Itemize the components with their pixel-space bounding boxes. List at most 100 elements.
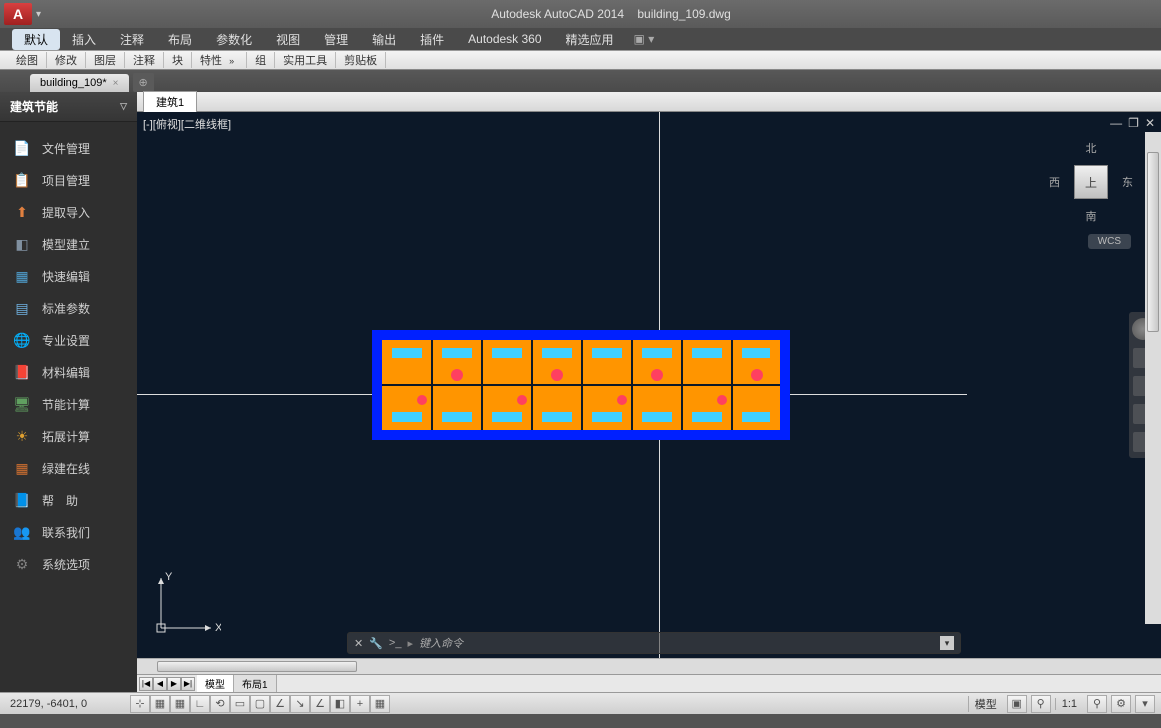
horizontal-scrollbar[interactable] [137,658,1161,674]
panel-group[interactable]: 组 [247,52,275,68]
layout1-tab[interactable]: 布局1 [234,675,277,692]
palette-header[interactable]: 建筑节能 ▽ [0,92,137,122]
viewport-maximize-icon[interactable]: ❐ [1128,116,1139,130]
command-close-icon[interactable]: ✕ [354,637,363,650]
palette-item-icon: ▤ [12,298,32,318]
layout-nav-next-icon[interactable]: ▶ [167,677,181,691]
panel-layer[interactable]: 图层 [86,52,125,68]
viewcube-west[interactable]: 西 [1049,174,1060,190]
palette-item-icon: 📕 [12,362,32,382]
palette-item-7[interactable]: 📕 材料编辑 [0,356,137,388]
status-toggle-8[interactable]: ↘ [290,695,310,713]
palette-item-10[interactable]: ▦绿建在线 [0,452,137,484]
menu-default[interactable]: 默认 [12,29,60,50]
app-menu-dropdown-icon[interactable]: ▾ [36,9,41,20]
ucs-icon[interactable]: X Y [151,568,221,638]
panel-properties[interactable]: 特性 » [192,52,247,68]
panel-clipboard[interactable]: 剪贴板 [336,52,386,68]
palette-item-2[interactable]: ⬆提取导入 [0,196,137,228]
panel-modify[interactable]: 修改 [47,52,86,68]
palette-item-1[interactable]: 📋项目管理 [0,164,137,196]
palette-item-icon: ▦ [12,266,32,286]
status-toggle-1[interactable]: ▦ [150,695,170,713]
palette-item-13[interactable]: ⚙系统选项 [0,548,137,580]
viewcube-north[interactable]: 北 [1086,140,1097,156]
status-toggle-4[interactable]: ⟲ [210,695,230,713]
layout-nav-prev-icon[interactable]: ◀ [153,677,167,691]
viewcube-east[interactable]: 东 [1122,174,1133,190]
menu-parametric[interactable]: 参数化 [204,29,264,50]
status-toggle-2[interactable]: ▦ [170,695,190,713]
viewport-label[interactable]: [-][俯视][二维线框] [143,116,231,132]
annotation-visibility-icon[interactable]: ⚲ [1087,695,1107,713]
palette-item-label: 节能计算 [42,396,90,413]
floor-plan-svg [382,340,780,430]
palette-item-label: 材料编辑 [42,364,90,381]
panel-draw[interactable]: 绘图 [8,52,47,68]
viewport-minimize-icon[interactable]: — [1110,116,1122,130]
status-toggle-7[interactable]: ∠ [270,695,290,713]
menu-annotate[interactable]: 注释 [108,29,156,50]
annotation-scale-lock-icon[interactable]: ⚲ [1031,695,1051,713]
menu-manage[interactable]: 管理 [312,29,360,50]
command-history-dropdown-icon[interactable]: ▾ [940,636,954,650]
layout-tabs-bar: |◀ ◀ ▶ ▶| 模型 布局1 [137,674,1161,692]
palette-item-0[interactable]: 📄文件管理 [0,132,137,164]
status-toggle-0[interactable]: ⊹ [130,695,150,713]
panel-utilities[interactable]: 实用工具 [275,52,336,68]
model-tab[interactable]: 模型 [197,675,234,692]
viewport-close-icon[interactable]: ✕ [1145,116,1155,130]
command-customize-icon[interactable]: 🔧 [369,637,383,650]
command-line[interactable]: ✕ 🔧 >_ ▸ 键入命令 ▾ [347,632,961,654]
layout-nav-first-icon[interactable]: |◀ [139,677,153,691]
vertical-scrollbar[interactable] [1145,132,1161,624]
palette-item-11[interactable]: 📘帮 助 [0,484,137,516]
wcs-badge[interactable]: WCS [1088,234,1131,249]
status-toggle-11[interactable]: + [350,695,370,713]
menu-insert[interactable]: 插入 [60,29,108,50]
viewcube[interactable]: 上 北 南 东 西 [1051,142,1131,222]
palette-item-icon: 🌐 [12,330,32,350]
new-tab-button[interactable]: ⊕ [133,73,154,92]
palette-item-label: 联系我们 [42,524,90,541]
coordinates-readout[interactable]: 22179, -6401, 0 [0,698,130,710]
status-toggle-12[interactable]: ▦ [370,695,390,713]
layout-nav-last-icon[interactable]: ▶| [181,677,195,691]
viewcube-south[interactable]: 南 [1086,208,1097,224]
menu-overflow-icon[interactable]: ▣ ▾ [634,32,655,46]
workspace-switching-icon[interactable]: ⚙ [1111,695,1131,713]
app-logo-icon[interactable]: A [4,3,32,25]
menu-layout[interactable]: 布局 [156,29,204,50]
palette-item-6[interactable]: 🌐专业设置 [0,324,137,356]
status-toggle-3[interactable]: ∟ [190,695,210,713]
model-space-button[interactable]: 模型 [968,696,1003,712]
drawing-file-tab[interactable]: 建筑1 [143,91,197,112]
menu-featured[interactable]: 精选应用 [554,29,626,50]
status-tray-icon[interactable]: ▾ [1135,695,1155,713]
drawing-canvas[interactable]: [-][俯视][二维线框] — ❐ ✕ 上 北 南 东 西 WCS [137,112,1161,658]
close-tab-icon[interactable]: × [113,78,119,89]
document-tab[interactable]: building_109* × [30,74,129,92]
command-prompt-icon: >_ [389,637,402,649]
panel-annotate[interactable]: 注释 [125,52,164,68]
viewcube-top-face[interactable]: 上 [1074,165,1108,199]
palette-item-12[interactable]: 👥联系我们 [0,516,137,548]
palette-item-5[interactable]: ▤标准参数 [0,292,137,324]
palette-item-9[interactable]: ☀拓展计算 [0,420,137,452]
status-toggle-10[interactable]: ◧ [330,695,350,713]
menu-view[interactable]: 视图 [264,29,312,50]
quick-view-layouts-icon[interactable]: ▣ [1007,695,1027,713]
command-input[interactable]: 键入命令 [419,635,934,651]
status-toggle-9[interactable]: ∠ [310,695,330,713]
panel-block[interactable]: 块 [164,52,192,68]
menu-plugins[interactable]: 插件 [408,29,456,50]
status-toggle-5[interactable]: ▭ [230,695,250,713]
palette-collapse-icon[interactable]: ▽ [120,101,127,112]
palette-item-3[interactable]: ◧模型建立 [0,228,137,260]
palette-item-8[interactable]: 🖥节能计算 [0,388,137,420]
menu-autodesk360[interactable]: Autodesk 360 [456,30,553,48]
annotation-scale[interactable]: 1:1 [1055,698,1083,710]
status-toggle-6[interactable]: ▢ [250,695,270,713]
menu-output[interactable]: 输出 [360,29,408,50]
palette-item-4[interactable]: ▦快速编辑 [0,260,137,292]
